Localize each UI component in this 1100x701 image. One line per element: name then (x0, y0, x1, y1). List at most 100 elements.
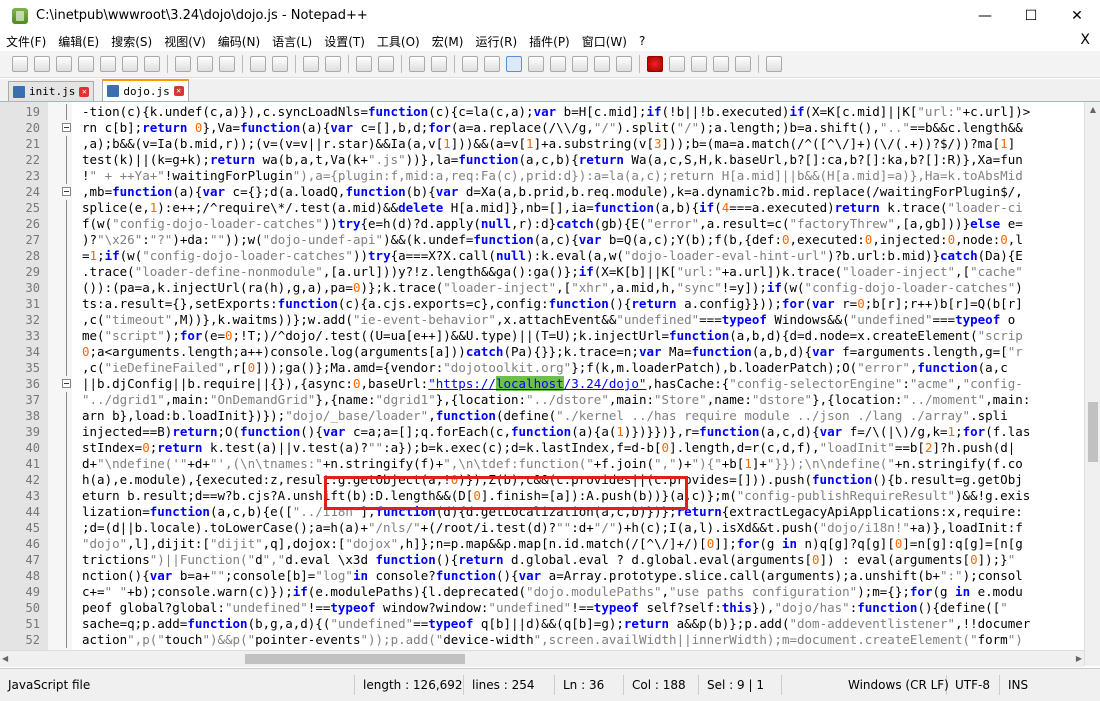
print-icon[interactable] (144, 56, 160, 72)
code-line[interactable]: 33 me("script");for(e=0;!T;)/^dojo/.test(… (0, 328, 1084, 344)
code-line[interactable]: 34 0;a<arguments.length;a++)console.log(a… (0, 344, 1084, 360)
function-list-icon[interactable] (572, 56, 588, 72)
code-line[interactable]: 50 peof global?global:"undefined"!==typeo… (0, 600, 1084, 616)
maximize-button[interactable]: ☐ (1008, 0, 1054, 31)
save-macro-icon[interactable] (735, 56, 751, 72)
code-line[interactable]: 31 ts:a.result={},setExports:function(c){… (0, 296, 1084, 312)
code-line[interactable]: 19 -tion(c){k.undef(c,a)}),c.syncLoadNls=… (0, 104, 1084, 120)
code-line[interactable]: 40 stIndex=0;return k.test(a)||v.test(a)?… (0, 440, 1084, 456)
fold-marker-icon[interactable] (62, 376, 82, 392)
code-line[interactable]: 20 rn c[b];return 0},Va=function(a){var c… (0, 120, 1084, 136)
code-line[interactable]: 46 "dojo",l],dijit:["dijit",q],dojox:["do… (0, 536, 1084, 552)
code-line[interactable]: 32 ,c("timeout",M))},k.waitms))};w.add("i… (0, 312, 1084, 328)
undo-icon[interactable] (250, 56, 266, 72)
code-line[interactable]: 38 arn b},load:b.loadInit})});"dojo/_base… (0, 408, 1084, 424)
word-wrap-icon[interactable] (462, 56, 478, 72)
menu-window[interactable]: 窗口(W) (576, 33, 633, 50)
vertical-scrollbar[interactable]: ▲ (1084, 102, 1100, 666)
paste-icon[interactable] (219, 56, 235, 72)
record-macro-icon[interactable] (647, 56, 663, 72)
status-ins[interactable]: INS (1000, 675, 1036, 695)
menu-language[interactable]: 语言(L) (266, 33, 318, 50)
menu-file[interactable]: 文件(F) (0, 33, 52, 50)
code-line[interactable]: 27)?"\x26":"?")+da:""));w("dojo-undef-ap… (0, 232, 1084, 248)
user-language-icon[interactable] (528, 56, 544, 72)
menu-search[interactable]: 搜索(S) (105, 33, 158, 50)
code-line[interactable]: 47 trictions")||Function("d","d.eval \x3d… (0, 552, 1084, 568)
zoom-in-icon[interactable] (356, 56, 372, 72)
code-line[interactable]: 39 injected==B)return;O(function(){var c=… (0, 424, 1084, 440)
doc-map-icon[interactable] (550, 56, 566, 72)
code-line[interactable]: 36 ||b.djConfig||b.require||{}),{async:0,… (0, 376, 1084, 392)
close-tab-icon[interactable]: ✕ (79, 86, 90, 97)
sync-vertical-icon[interactable] (409, 56, 425, 72)
code-line[interactable]: 45 ;d=(d||b.locale).toLowerCase();a=h(a)+… (0, 520, 1084, 536)
code-line[interactable]: 24 ,mb=function(a){var c={};d(a.loadQ,fun… (0, 184, 1084, 200)
cut-icon[interactable] (175, 56, 191, 72)
code-line[interactable]: 52 action",p("touch")&&p("pointer-events"… (0, 632, 1084, 648)
folder-workspace-icon[interactable] (594, 56, 610, 72)
tab-dojo-js[interactable]: dojo.js ✕ (102, 79, 189, 101)
scroll-up-icon[interactable]: ▲ (1085, 102, 1100, 118)
menu-tools[interactable]: 工具(O) (371, 33, 426, 50)
code-line[interactable]: 37 "../dgrid1",main:"OnDemandGrid"},{name… (0, 392, 1084, 408)
menu-view[interactable]: 视图(V) (158, 33, 212, 50)
code-line[interactable]: 41 d+"\ndefine('"+d+"',(\n\tnames:"+n.str… (0, 456, 1084, 472)
fold-marker-icon[interactable] (62, 184, 82, 200)
tab-init-js[interactable]: init.js ✕ (8, 81, 95, 101)
sync-horizontal-icon[interactable] (431, 56, 447, 72)
replace-icon[interactable] (325, 56, 341, 72)
find-icon[interactable] (303, 56, 319, 72)
code-line[interactable]: 28 =1;if(w("config-dojo-loader-catches"))… (0, 248, 1084, 264)
vertical-scroll-thumb[interactable] (1088, 402, 1098, 462)
indent-guide-icon[interactable] (506, 56, 522, 72)
scroll-left-icon[interactable]: ◀ (2, 651, 8, 667)
code-line[interactable]: 23 !" + ++Ya+"!waitingForPlugin"),a={plug… (0, 168, 1084, 184)
notepadpp-app-icon[interactable] (12, 7, 28, 24)
code-line[interactable]: 29 .trace("loader-define-nonmodule",[a.ur… (0, 264, 1084, 280)
close-button[interactable]: ✕ (1054, 0, 1100, 31)
menu-plugins[interactable]: 插件(P) (523, 33, 576, 50)
close-tab-icon[interactable]: ✕ (173, 86, 184, 96)
code-line[interactable]: 30 ()):(pa=a,k.injectUrl(ra(h),g,a),pa=0)… (0, 280, 1084, 296)
menu-encoding[interactable]: 编码(N) (212, 33, 266, 50)
menu-settings[interactable]: 设置(T) (318, 33, 371, 50)
show-all-chars-icon[interactable] (484, 56, 500, 72)
menu-run[interactable]: 运行(R) (469, 33, 523, 50)
code-editor[interactable]: 19 -tion(c){k.undef(c,a)}),c.syncLoadNls=… (0, 102, 1084, 650)
scroll-right-icon[interactable]: ▶ (1076, 651, 1082, 667)
menu-help[interactable]: ? (633, 34, 651, 48)
code-line[interactable]: 25 splice(e,1):e++;/^require\*/.test(a.mi… (0, 200, 1084, 216)
fold-marker-icon[interactable] (62, 120, 82, 136)
play-macro-icon[interactable] (691, 56, 707, 72)
redo-icon[interactable] (272, 56, 288, 72)
close-file-icon[interactable] (100, 56, 116, 72)
menu-edit[interactable]: 编辑(E) (52, 33, 105, 50)
monitor-icon[interactable] (616, 56, 632, 72)
spell-check-icon[interactable] (766, 56, 782, 72)
code-line[interactable]: 43 eturn b.result;d==w?b.cjs?A.unshift(b)… (0, 488, 1084, 504)
copy-icon[interactable] (197, 56, 213, 72)
stop-macro-icon[interactable] (669, 56, 685, 72)
new-file-icon[interactable] (12, 56, 28, 72)
run-macro-multiple-icon[interactable] (713, 56, 729, 72)
status-encoding[interactable]: UTF-8 (947, 675, 1000, 695)
code-line[interactable]: 48 nction(){var b=a+"";console[b]="log"in… (0, 568, 1084, 584)
zoom-out-icon[interactable] (378, 56, 394, 72)
code-line[interactable]: 49 c+=" "+b);console.warn(c)});if(e.modul… (0, 584, 1084, 600)
code-line[interactable]: 22 test(k)||(k=g+k);return wa(b,a,t,Va(k+… (0, 152, 1084, 168)
save-icon[interactable] (56, 56, 72, 72)
horizontal-scroll-thumb[interactable] (245, 654, 465, 664)
menu-macro[interactable]: 宏(M) (426, 33, 470, 50)
horizontal-scrollbar[interactable]: ◀ ▶ (0, 650, 1084, 667)
save-all-icon[interactable] (78, 56, 94, 72)
code-line[interactable]: 42 h(a),e.module),{executed:z,result:g.ge… (0, 472, 1084, 488)
close-all-icon[interactable] (122, 56, 138, 72)
code-line[interactable]: 35 ,c("ieDefineFailed",r[0]));ga()};Ma.am… (0, 360, 1084, 376)
code-line[interactable]: 51 sache=q;p.add=function(b,g,a,d){("unde… (0, 616, 1084, 632)
status-eol[interactable]: Windows (CR LF) (840, 675, 949, 695)
code-line[interactable]: 44 lization=function(a,c,b){e(["../i18n"]… (0, 504, 1084, 520)
minimize-button[interactable]: — (962, 0, 1008, 31)
open-file-icon[interactable] (34, 56, 50, 72)
code-line[interactable]: 21 ,a);b&&(v=Ia(b.mid,r));(v=(v=v||r.star… (0, 136, 1084, 152)
